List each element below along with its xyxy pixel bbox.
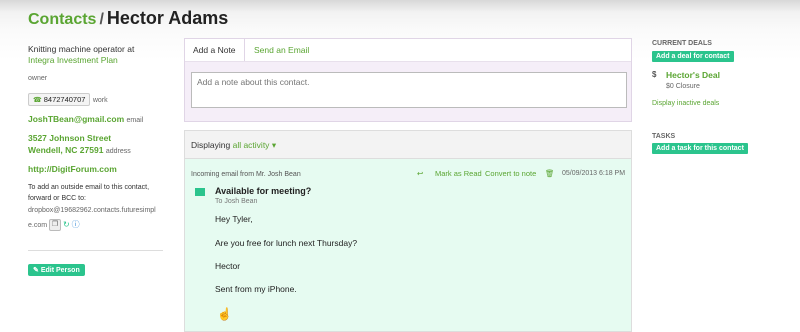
email-body-line: Hey Tyler, bbox=[215, 214, 253, 224]
help-icon[interactable]: ⓘ bbox=[72, 220, 80, 229]
current-deals-heading: CURRENT DEALS bbox=[652, 40, 712, 47]
address-line-2[interactable]: Wendell, NC 27591 bbox=[28, 145, 103, 155]
left-divider bbox=[28, 250, 163, 251]
activity-filter-dropdown[interactable]: all activity ▾ bbox=[233, 140, 277, 150]
contact-name: Hector Adams bbox=[106, 8, 229, 28]
activity-filter-label: all activity bbox=[232, 140, 270, 150]
email-meta: Incoming email from Mr. Josh Bean bbox=[191, 171, 301, 178]
email-row: JoshTBean@gmail.com email bbox=[28, 114, 143, 124]
copy-icon[interactable]: ❐ bbox=[49, 219, 62, 232]
tab-add-note[interactable]: Add a Note bbox=[185, 39, 245, 61]
phone-chip[interactable]: ☎ 8472740707 bbox=[28, 93, 91, 106]
tab-send-email[interactable]: Send an Email bbox=[246, 39, 317, 61]
trash-icon[interactable]: 🗑 bbox=[545, 169, 555, 178]
displaying-label: Displaying bbox=[191, 140, 231, 150]
forward-text-2: forward or BCC to: bbox=[28, 195, 86, 202]
address-line-1[interactable]: 3527 Johnson Street bbox=[28, 133, 111, 143]
deal-currency: $ bbox=[652, 70, 657, 79]
activity-header: Displaying all activity ▾ bbox=[185, 131, 631, 159]
add-deal-button[interactable]: Add a deal for contact bbox=[652, 51, 734, 62]
pencil-icon: ✎ bbox=[33, 267, 39, 274]
dropbox-address-2: e.com bbox=[28, 222, 48, 229]
company-link[interactable]: Integra Investment Plan bbox=[28, 55, 118, 65]
email-timestamp: 05/09/2013 6:18 PM bbox=[562, 170, 626, 177]
note-tabs-panel: Add a Note Send an Email bbox=[184, 38, 632, 122]
website-link[interactable]: http://DigitForum.com bbox=[28, 164, 117, 174]
email-body-line: Hector bbox=[215, 261, 241, 271]
activity-panel: Displaying all activity ▾ Incoming email… bbox=[184, 130, 632, 332]
email-type: email bbox=[126, 117, 144, 124]
deal-link[interactable]: Hector's Deal bbox=[666, 70, 720, 80]
dropbox-address-1: dropbox@19682962.contacts.futuresimpl bbox=[28, 207, 156, 214]
envelope-icon bbox=[195, 188, 205, 196]
deal-subtitle: $0 Closure bbox=[666, 83, 700, 90]
refresh-icon[interactable]: ↻ bbox=[63, 220, 70, 229]
reply-icon[interactable]: ↩ bbox=[417, 169, 423, 178]
phone-type: work bbox=[92, 97, 108, 104]
address-row: Wendell, NC 27591 address bbox=[28, 145, 131, 155]
convert-to-note-link[interactable]: Convert to note bbox=[485, 169, 536, 178]
email-body-line: Sent from my iPhone. bbox=[215, 284, 297, 294]
page-title: Contacts / Hector Adams bbox=[28, 8, 228, 29]
edit-person-label: Edit Person bbox=[40, 267, 80, 274]
hand-cursor-icon: ☝ bbox=[217, 307, 232, 321]
mark-as-read-link[interactable]: Mark as Read bbox=[435, 169, 482, 178]
job-title: Knitting machine operator at bbox=[28, 44, 135, 54]
email-subject[interactable]: Available for meeting? bbox=[215, 186, 311, 196]
phone-icon: ☎ bbox=[33, 97, 42, 104]
tasks-heading: TASKS bbox=[652, 133, 676, 140]
forward-text-1: To add an outside email to this contact, bbox=[28, 184, 150, 191]
email-recipient: To Josh Bean bbox=[215, 198, 258, 205]
contact-role: owner bbox=[28, 75, 48, 82]
email-body-line: Are you free for lunch next Thursday? bbox=[215, 238, 358, 248]
edit-person-button[interactable]: ✎ Edit Person bbox=[28, 264, 85, 276]
display-inactive-deals-link[interactable]: Display inactive deals bbox=[652, 100, 719, 107]
address-type: address bbox=[105, 148, 131, 155]
phone-number: 8472740707 bbox=[43, 95, 86, 104]
caret-down-icon: ▾ bbox=[271, 140, 277, 150]
breadcrumb-separator: / bbox=[99, 11, 104, 28]
breadcrumb-contacts[interactable]: Contacts bbox=[28, 11, 96, 28]
dropbox-row: e.com ❐ ↻ ⓘ bbox=[28, 219, 80, 232]
phone-row: ☎ 8472740707 work bbox=[28, 93, 108, 106]
email-link[interactable]: JoshTBean@gmail.com bbox=[28, 114, 124, 124]
add-task-button[interactable]: Add a task for this contact bbox=[652, 143, 748, 154]
note-input[interactable] bbox=[191, 72, 627, 108]
